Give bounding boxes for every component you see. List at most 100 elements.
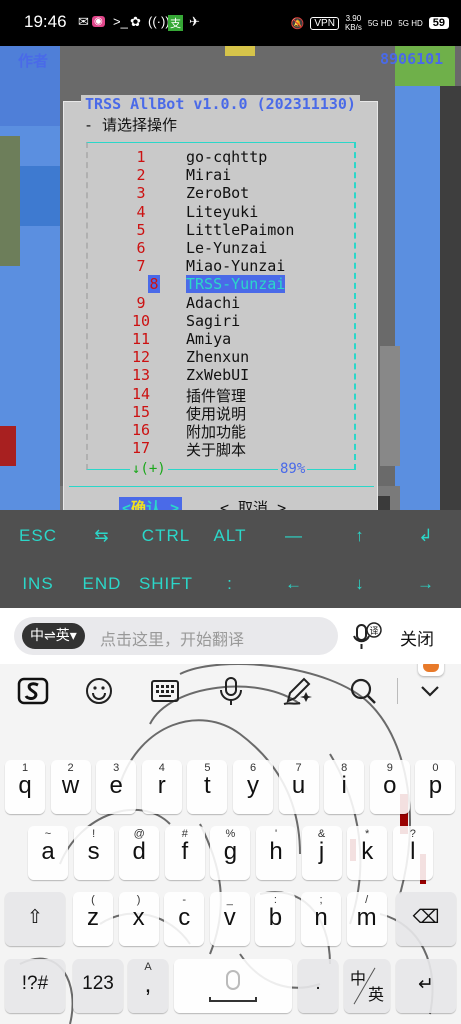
key-p[interactable]: 0p (415, 760, 456, 814)
colon-key[interactable]: : (200, 574, 260, 594)
ins-key[interactable]: INS (8, 574, 68, 594)
key-label: , (144, 971, 152, 998)
key-label: ⌫ (412, 907, 440, 928)
key-label: a (41, 838, 55, 865)
key-e[interactable]: 3e (96, 760, 137, 814)
bg-pixel (0, 136, 20, 266)
right-arrow-key[interactable]: → (396, 574, 456, 594)
key-l[interactable]: ? l (392, 826, 433, 880)
key-r[interactable]: 4r (141, 760, 182, 814)
key-w[interactable]: 2w (50, 760, 91, 814)
menu-item-number: 9 (136, 293, 146, 312)
voice-icon[interactable] (214, 674, 248, 708)
key-x[interactable]: ) x (118, 892, 159, 946)
menu-item[interactable]: 15 使用说明 (88, 403, 354, 423)
menu-item[interactable]: 12 Zhenxun (88, 348, 354, 366)
menu-item[interactable]: 4 Liteyuki (88, 203, 354, 221)
enter-key[interactable]: ↵ (396, 959, 456, 1013)
number-key[interactable]: 123 (73, 959, 123, 1013)
menu-item[interactable]: 13 ZxWebUI (88, 366, 354, 384)
translate-mic-icon[interactable]: 译 (350, 621, 382, 653)
key-i[interactable]: 8i (324, 760, 365, 814)
space-key[interactable] (174, 959, 292, 1013)
language-switch-key[interactable]: 中英 (344, 959, 390, 1013)
menu-item[interactable]: 16 附加功能 (88, 421, 354, 441)
end-key[interactable]: END (72, 574, 132, 594)
menu-item[interactable]: 7 Miao-Yunzai (88, 257, 354, 275)
key-f[interactable]: # f (164, 826, 205, 880)
menu-item[interactable]: 3 ZeroBot (88, 184, 354, 202)
key-a[interactable]: ~ a (28, 826, 68, 880)
emoji-icon[interactable] (82, 674, 116, 708)
sogou-logo-icon[interactable] (16, 674, 50, 708)
menu-item[interactable]: 8 TRSS-Yunzai (88, 275, 354, 294)
tab-key[interactable]: ⇆ (72, 526, 132, 546)
enter-key[interactable]: ↲ (396, 526, 456, 546)
key-y[interactable]: 6y (233, 760, 273, 814)
shift-key[interactable]: ⇧ (5, 892, 65, 946)
key-c[interactable]: -c (164, 892, 205, 946)
message-icon: ✉ (78, 14, 89, 29)
menu-item[interactable]: 6 Le-Yunzai (88, 239, 354, 257)
scroll-indicator: ↓(+) (130, 461, 168, 477)
menu-item-label: Miao-Yunzai (186, 257, 286, 276)
key-z[interactable]: (z (73, 892, 113, 946)
menu-item[interactable]: 9 Adachi (88, 294, 354, 312)
symbols-key[interactable]: !?# (5, 959, 65, 1013)
status-bar: 19:46 ✉ ◉ >_ ✿ ((·)) 支 ✈ 🔕 VPN 3.90 KB/s … (0, 0, 461, 46)
key-d[interactable]: @ d (119, 826, 160, 880)
keyboard-icon[interactable] (148, 674, 182, 708)
keyboard-toolbar (0, 664, 461, 718)
translate-bar: 中⇌英▾ 点击这里，开始翻译 译 关闭 (0, 608, 461, 664)
key-k[interactable]: * k (347, 826, 388, 880)
menu-item[interactable]: 10 Sagiri (88, 312, 354, 330)
menu-item[interactable]: 1 go-cqhttp (88, 148, 354, 166)
key-u[interactable]: 7u (278, 760, 319, 814)
backspace-key[interactable]: ⌫ (396, 892, 456, 946)
menu-item-label: go-cqhttp (186, 148, 268, 166)
handwriting-icon[interactable] (280, 674, 314, 708)
cancel-button[interactable]: < 取消 > (220, 497, 286, 510)
language-toggle[interactable]: 中⇌英▾ (22, 623, 85, 649)
key-g[interactable]: % g (210, 826, 251, 880)
key-m[interactable]: / m (346, 892, 387, 946)
menu-item-number: 12 (131, 348, 151, 367)
terminal-icon: >_ (113, 14, 128, 29)
close-button[interactable]: 关闭 (400, 625, 434, 650)
left-arrow-key[interactable]: ← (264, 574, 324, 594)
menu-item[interactable]: 5 LittlePaimon (88, 221, 354, 239)
key-b[interactable]: :b (255, 892, 296, 946)
key-label: ↵ (418, 974, 434, 995)
menu-item-number: 8 (148, 275, 160, 294)
key-q[interactable]: 1q (5, 760, 45, 814)
ctrl-key[interactable]: CTRL (136, 526, 196, 546)
menu-item[interactable]: 2 Mirai (88, 166, 354, 184)
esc-key[interactable]: ESC (8, 526, 68, 546)
terminal-view[interactable]: 作者 8906101 TRSS AllBot v1.0.0 (202311130… (0, 46, 461, 510)
menu-item[interactable]: 17 关于脚本 (88, 439, 354, 459)
key-v[interactable]: _ v (209, 892, 250, 946)
key-label: u (291, 772, 306, 799)
key-label: i (341, 772, 347, 799)
key-h[interactable]: ' h (256, 826, 296, 880)
up-arrow-key[interactable]: ↑ (330, 526, 390, 546)
collapse-icon[interactable] (413, 674, 447, 708)
key-s[interactable]: ! s (73, 826, 114, 880)
key-n[interactable]: ; n (301, 892, 341, 946)
menu-item[interactable]: 11 Amiya (88, 330, 354, 348)
ok-button[interactable]: <确认 > (119, 497, 183, 510)
skin-avatar-icon[interactable] (418, 664, 444, 676)
key-j[interactable]: & j (301, 826, 342, 880)
search-icon[interactable] (346, 674, 380, 708)
comma-key[interactable]: A, (128, 959, 168, 1013)
translate-input[interactable]: 中⇌英▾ 点击这里，开始翻译 (14, 617, 338, 655)
menu-item[interactable]: 14 插件管理 (88, 385, 354, 405)
key-t[interactable]: 5t (187, 760, 228, 814)
dash-key[interactable]: — (264, 526, 324, 546)
alt-key[interactable]: ALT (200, 526, 260, 546)
period-key[interactable]: . (298, 959, 338, 1013)
signal-2: 5G HD (398, 18, 423, 28)
shift-key[interactable]: SHIFT (136, 574, 196, 594)
key-o[interactable]: 9o (369, 760, 410, 814)
down-arrow-key[interactable]: ↓ (330, 574, 390, 594)
